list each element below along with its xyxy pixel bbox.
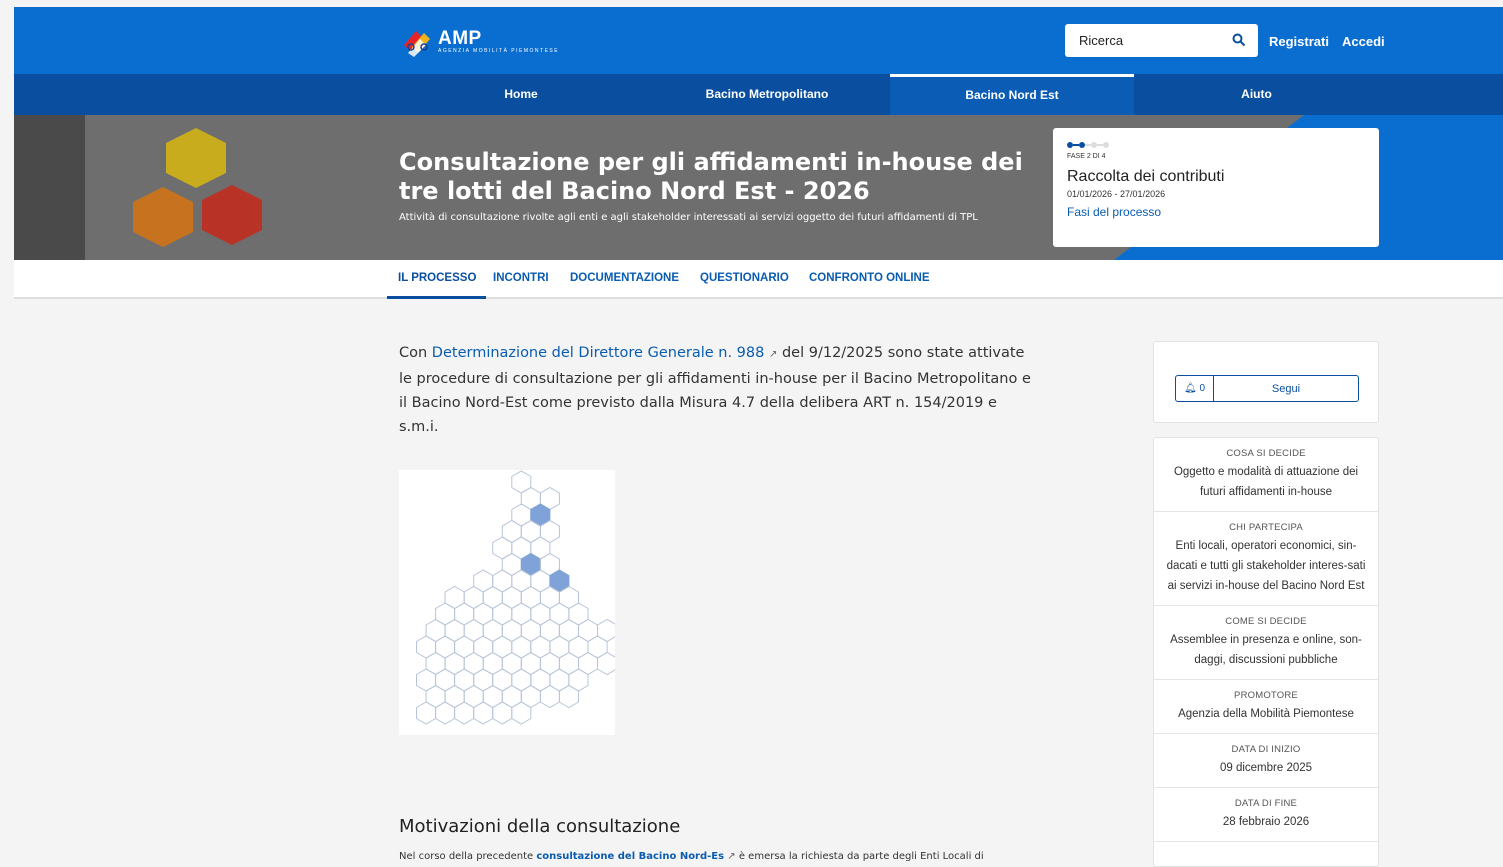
info-cosa-si-decide: COSA SI DECIDE Oggetto e modalità di att… [1154,438,1378,512]
logo-subtitle: AGENZIA MOBILITÀ PIEMONTESE [438,47,560,54]
follow-button[interactable]: 🔔︎ 0 Segui [1175,375,1359,402]
info-data-inizio: DATA DI INIZIO 09 dicembre 2025 [1154,734,1378,788]
map-hexagon [416,701,437,725]
section-tabs: IL PROCESSO INCONTRI DOCUMENTAZIONE QUES… [14,260,1503,299]
info-label: PROMOTORE [1234,690,1298,701]
info-label: DATA DI INIZIO [1231,744,1301,755]
phase-dates: 01/01/2026 - 27/01/2026 [1067,189,1166,199]
follow-count: 🔔︎ 0 [1176,376,1214,401]
phase-name: Raccolta dei contributi [1067,168,1225,185]
info-value: Enti locali, operatori economici, sin-da… [1166,540,1366,592]
para-text-end: è emersa la richiesta da parte degli Ent… [735,851,984,862]
page-subtitle: Attività di consultazione rivolte agli e… [399,212,978,223]
phase-step: FASE 2 DI 4 [1067,153,1106,160]
hexagon-map-svg [416,470,618,725]
map-hexagon [511,701,532,725]
info-come-si-decide: COME SI DECIDE Assemblee in presenza e o… [1154,606,1378,680]
intro-text-start: Con [399,345,432,361]
process-info-box: COSA SI DECIDE Oggetto e modalità di att… [1153,437,1379,867]
hexagons-graphic [133,128,262,247]
info-value: Agenzia della Mobilità Piemontese [1178,708,1354,720]
tab-incontri[interactable]: INCONTRI [493,272,549,284]
follow-count-value: 0 [1199,383,1206,394]
search-icon[interactable] [1232,33,1246,47]
phase-card: FASE 2 DI 4 Raccolta dei contributi 01/0… [1053,128,1379,247]
hero-banner: Consultazione per gli affidamenti in-hou… [14,115,1503,260]
map-hexagon [558,684,579,709]
phase-progress [1067,141,1365,149]
info-value: Oggetto e modalità di attuazione dei fut… [1173,466,1359,498]
bell-icon: 🔔︎ [1183,383,1197,394]
login-link[interactable]: Accedi [1342,34,1385,49]
nav-item-bacino-metropolitano[interactable]: Bacino Metropolitano [646,74,888,115]
info-promotore: PROMOTORE Agenzia della Mobilità Piemont… [1154,680,1378,734]
map-hexagon [597,651,618,676]
info-value: 09 dicembre 2025 [1219,762,1313,774]
tab-confronto-online[interactable]: CONFRONTO ONLINE [809,272,930,284]
tab-il-processo[interactable]: IL PROCESSO [398,272,476,284]
search-input[interactable]: Ricerca [1065,24,1258,57]
consultazione-link[interactable]: consultazione del Bacino Nord-Es [536,851,724,862]
tab-documentazione[interactable]: DOCUMENTAZIONE [570,272,679,284]
nav-item-aiuto[interactable]: Aiuto [1134,74,1379,115]
map-hexagon [597,618,618,643]
top-header: AMP AGENZIA MOBILITÀ PIEMONTESE Ricerca … [14,7,1503,74]
map-hexagon [492,701,513,725]
hero-dark-strip [14,115,85,260]
intro-paragraph: Con Determinazione del Direttore General… [399,341,1039,439]
follow-box: 🔔︎ 0 Segui [1153,341,1379,423]
amp-logo-icon [404,31,430,57]
nav-item-bacino-nord-est[interactable]: Bacino Nord Est [890,74,1134,115]
nav-item-home[interactable]: Home [400,74,642,115]
external-link-icon: ↗ [727,851,736,862]
map-hexagon [539,684,560,709]
info-value: 28 febbraio 2026 [1222,816,1310,828]
info-label: CHI PARTECIPA [1229,522,1303,533]
search-placeholder: Ricerca [1079,33,1124,48]
info-label: COME SI DECIDE [1225,616,1307,627]
determinazione-link[interactable]: Determinazione del Direttore Generale n.… [432,345,765,361]
map-hexagon [454,701,475,725]
tab-questionario[interactable]: QUESTIONARIO [700,272,789,284]
info-value: Assemblee in presenza e online, son-dagg… [1170,634,1362,666]
follow-label: Segui [1271,382,1301,395]
para-text-start: Nel corso della precedente [399,851,537,862]
page-title: Consultazione per gli affidamenti in-hou… [399,148,1023,205]
info-chi-partecipa: CHI PARTECIPA Enti locali, operatori eco… [1154,512,1378,606]
hexagon-map-image [399,470,618,735]
phase-process-link[interactable]: Fasi del processo [1067,205,1365,219]
section-paragraph: Nel corso della precedente consultazione… [399,851,984,862]
logo-title: AMP [438,27,482,49]
map-hexagon [435,701,456,725]
info-data-fine: DATA DI FINE 28 febbraio 2026 [1154,788,1378,842]
register-link[interactable]: Registrati [1269,34,1329,49]
info-label: DATA DI FINE [1234,798,1298,809]
main-nav: Home Bacino Metropolitano Bacino Nord Es… [14,74,1503,115]
section-heading: Motivazioni della consultazione [399,816,681,837]
map-hexagon [473,701,494,725]
info-label: COSA SI DECIDE [1226,448,1306,459]
amp-logo[interactable]: AMP AGENZIA MOBILITÀ PIEMONTESE [400,23,559,59]
active-tab-indicator [387,296,486,299]
